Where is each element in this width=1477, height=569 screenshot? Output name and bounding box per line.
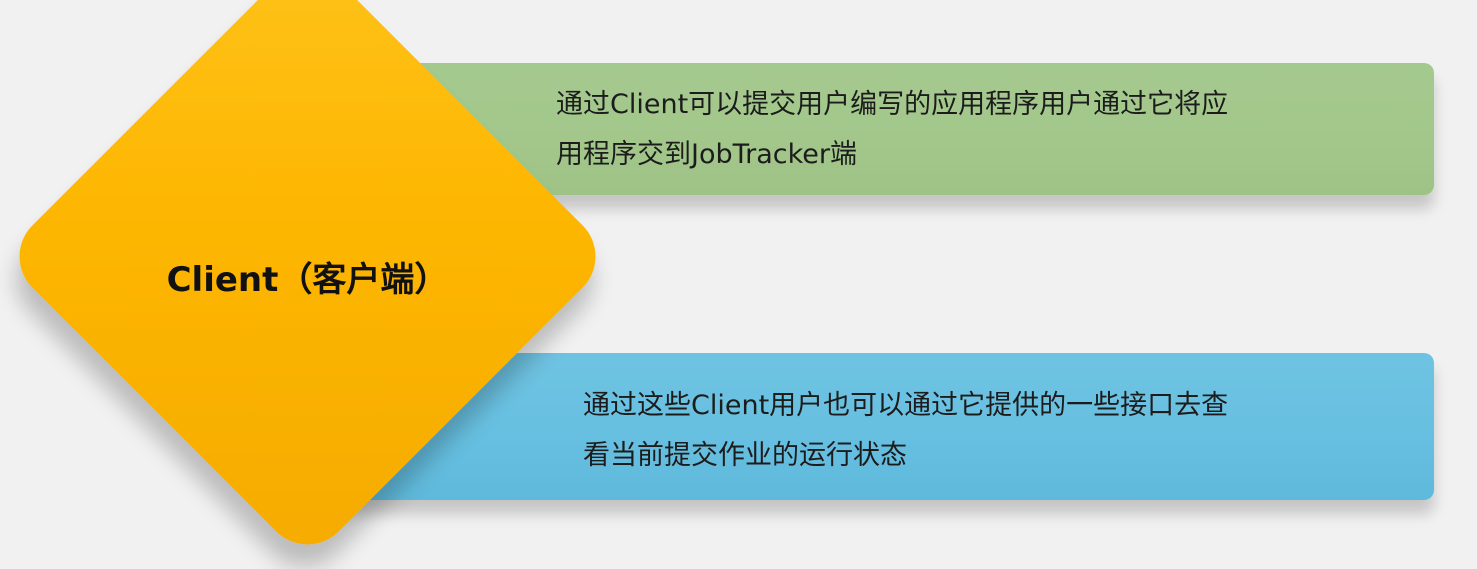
description-text: 通过Client可以提交用户编写的应用程序用户通过它将应 用程序交到JobTra… [556, 80, 1228, 180]
description-line: 用程序交到JobTracker端 [556, 139, 858, 170]
diagram-canvas: 通过Client可以提交用户编写的应用程序用户通过它将应 用程序交到JobTra… [0, 0, 1477, 569]
description-line: 看当前提交作业的运行状态 [583, 440, 907, 471]
description-line: 通过Client可以提交用户编写的应用程序用户通过它将应 [556, 89, 1229, 120]
description-box-query-job-status: 通过这些Client用户也可以通过它提供的一些接口去查 看当前提交作业的运行状态 [330, 353, 1434, 500]
description-text: 通过这些Client用户也可以通过它提供的一些接口去查 看当前提交作业的运行状态 [583, 381, 1228, 481]
description-line: 通过这些Client用户也可以通过它提供的一些接口去查 [583, 390, 1229, 421]
client-node-label: Client（客户端） [166, 260, 449, 300]
